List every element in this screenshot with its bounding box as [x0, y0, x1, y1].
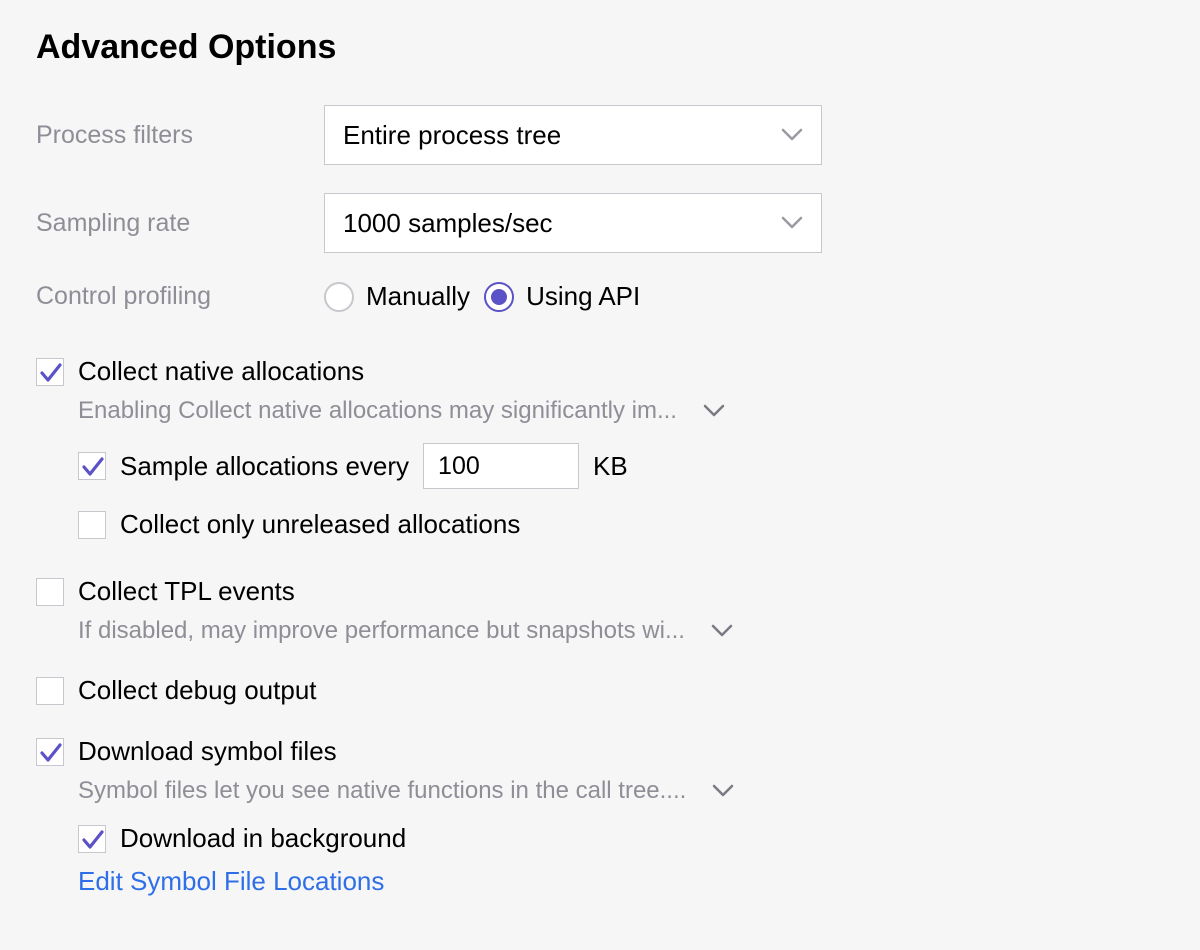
- sample-alloc-input[interactable]: [423, 443, 579, 489]
- sampling-rate-value: 1000 samples/sec: [343, 208, 553, 239]
- process-filters-row: Process filters Entire process tree: [36, 105, 1164, 165]
- sample-alloc-row: Sample allocations every KB: [78, 443, 1164, 489]
- download-bg-row: Download in background: [78, 823, 1164, 854]
- radio-using-api-label: Using API: [526, 281, 640, 312]
- collect-native-checkbox[interactable]: [36, 358, 64, 386]
- edit-symbol-locations-link[interactable]: Edit Symbol File Locations: [36, 866, 1164, 897]
- download-symbols-desc: Symbol files let you see native function…: [78, 777, 686, 805]
- expand-toggle[interactable]: [711, 617, 733, 645]
- sampling-rate-label: Sampling rate: [36, 209, 324, 238]
- collect-native-row: Collect native allocations: [36, 356, 1164, 387]
- radio-manually[interactable]: Manually: [324, 281, 470, 312]
- sampling-rate-row: Sampling rate 1000 samples/sec: [36, 193, 1164, 253]
- download-symbols-subs: Download in background: [36, 823, 1164, 854]
- control-profiling-label: Control profiling: [36, 282, 324, 311]
- collect-debug-checkbox[interactable]: [36, 677, 64, 705]
- control-profiling-row: Control profiling Manually Using API: [36, 281, 1164, 312]
- collect-unreleased-row: Collect only unreleased allocations: [78, 509, 1164, 540]
- collect-native-desc-row: Enabling Collect native allocations may …: [36, 397, 1164, 425]
- radio-icon: [324, 282, 354, 312]
- process-filters-label: Process filters: [36, 121, 324, 150]
- control-profiling-radio-group: Manually Using API: [324, 281, 654, 312]
- process-filters-value: Entire process tree: [343, 120, 561, 151]
- download-symbols-label: Download symbol files: [78, 736, 337, 767]
- collect-unreleased-checkbox[interactable]: [78, 511, 106, 539]
- download-bg-label: Download in background: [120, 823, 406, 854]
- collect-debug-block: Collect debug output: [36, 675, 1164, 706]
- radio-using-api[interactable]: Using API: [484, 281, 640, 312]
- advanced-options-panel: Advanced Options Process filters Entire …: [0, 0, 1200, 925]
- download-symbols-block: Download symbol files Symbol files let y…: [36, 736, 1164, 897]
- collect-native-block: Collect native allocations Enabling Coll…: [36, 356, 1164, 540]
- download-symbols-desc-row: Symbol files let you see native function…: [36, 777, 1164, 805]
- radio-icon: [484, 282, 514, 312]
- download-symbols-checkbox[interactable]: [36, 738, 64, 766]
- collect-tpl-row: Collect TPL events: [36, 576, 1164, 607]
- collect-debug-label: Collect debug output: [78, 675, 317, 706]
- chevron-down-icon: [712, 784, 734, 798]
- sample-alloc-label: Sample allocations every: [120, 451, 409, 482]
- sample-alloc-checkbox[interactable]: [78, 452, 106, 480]
- collect-debug-row: Collect debug output: [36, 675, 1164, 706]
- collect-tpl-block: Collect TPL events If disabled, may impr…: [36, 576, 1164, 645]
- collect-tpl-checkbox[interactable]: [36, 578, 64, 606]
- download-bg-checkbox[interactable]: [78, 825, 106, 853]
- collect-tpl-desc-row: If disabled, may improve performance but…: [36, 617, 1164, 645]
- chevron-down-icon: [781, 216, 803, 230]
- collect-native-desc: Enabling Collect native allocations may …: [78, 397, 677, 425]
- radio-manually-label: Manually: [366, 281, 470, 312]
- page-title: Advanced Options: [36, 28, 1164, 67]
- sampling-rate-select[interactable]: 1000 samples/sec: [324, 193, 822, 253]
- collect-tpl-desc: If disabled, may improve performance but…: [78, 617, 685, 645]
- process-filters-select[interactable]: Entire process tree: [324, 105, 822, 165]
- collect-unreleased-label: Collect only unreleased allocations: [120, 509, 520, 540]
- collect-tpl-label: Collect TPL events: [78, 576, 295, 607]
- download-symbols-row: Download symbol files: [36, 736, 1164, 767]
- chevron-down-icon: [781, 128, 803, 142]
- chevron-down-icon: [703, 404, 725, 418]
- sample-alloc-unit: KB: [593, 451, 628, 482]
- collect-native-subs: Sample allocations every KB Collect only…: [36, 443, 1164, 540]
- collect-native-label: Collect native allocations: [78, 356, 364, 387]
- expand-toggle[interactable]: [712, 777, 734, 805]
- chevron-down-icon: [711, 624, 733, 638]
- expand-toggle[interactable]: [703, 397, 725, 425]
